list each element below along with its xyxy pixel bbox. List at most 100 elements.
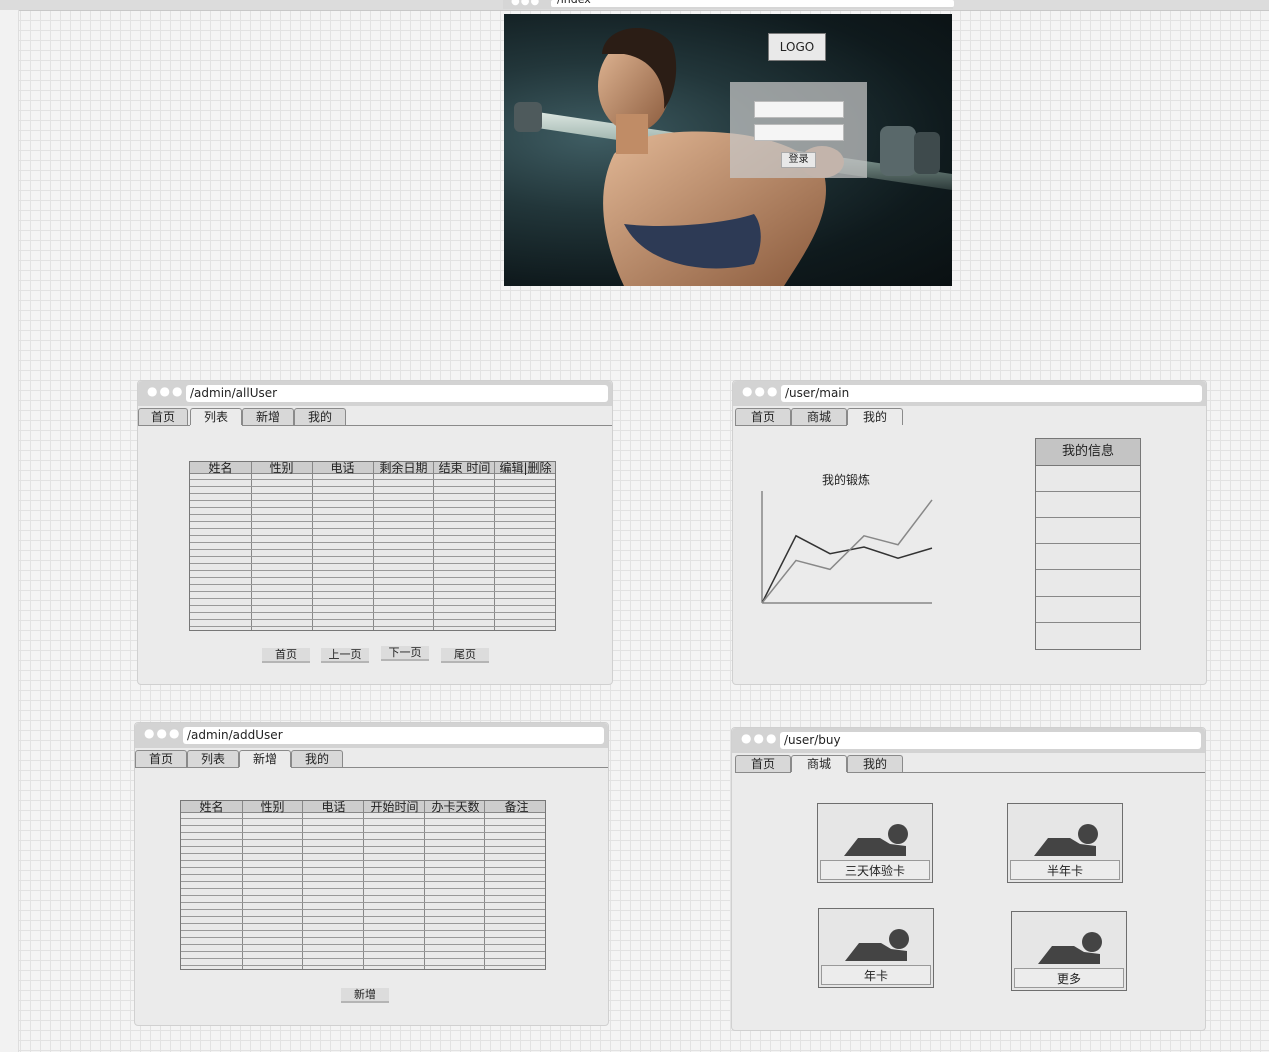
table-row (190, 500, 555, 501)
table-row (190, 591, 555, 592)
table-row (190, 577, 555, 578)
table-row (181, 944, 545, 945)
table-row (190, 584, 555, 585)
next-page-button[interactable]: 下一页 (381, 646, 429, 661)
tab-home[interactable]: 首页 (735, 755, 791, 772)
url-field[interactable]: /admin/addUser (183, 727, 604, 744)
col-header-name: 姓名 (208, 461, 233, 475)
product-label: 半年卡 (1010, 860, 1120, 880)
tab-underline (735, 772, 791, 773)
tab-mine[interactable]: 我的 (847, 408, 903, 425)
table-row (181, 930, 545, 931)
table-row (190, 570, 555, 571)
title-bar: ●●● /user/main (733, 381, 1206, 406)
table-row (190, 563, 555, 564)
table-row (181, 895, 545, 896)
table-row (181, 965, 545, 966)
table-row (181, 923, 545, 924)
index-browser-bar: ●●● /index (503, 0, 954, 9)
tab-list[interactable]: 列表 (187, 750, 239, 767)
window-dots-icon: ●●● (511, 0, 541, 7)
table-row (190, 626, 555, 627)
url-field[interactable]: /user/main (781, 385, 1202, 402)
tab-add[interactable]: 新增 (242, 408, 294, 425)
table-row (181, 881, 545, 882)
table-row (181, 846, 545, 847)
col-header-phone: 电话 (330, 461, 355, 475)
prev-page-button[interactable]: 上一页 (321, 648, 369, 663)
login-panel: 登录 (730, 82, 867, 178)
list-item (1036, 543, 1140, 544)
password-input[interactable] (754, 124, 844, 141)
tab-home[interactable]: 首页 (138, 408, 188, 425)
window-dots-icon: ●●● (147, 384, 185, 398)
image-placeholder-icon (845, 929, 909, 961)
col-header-start-time: 开始时间 (370, 800, 419, 814)
col-header-gender: 性别 (269, 461, 294, 475)
table-row (190, 479, 555, 480)
tab-underline (847, 772, 1205, 773)
tab-mine[interactable]: 我的 (291, 750, 343, 767)
table-row (181, 951, 545, 952)
add-user-window: ●●● /admin/addUser 首页 列表 新增 我的 姓名 性别 电话 … (134, 722, 609, 1026)
url-field[interactable]: /user/buy (780, 732, 1201, 749)
first-page-button[interactable]: 首页 (262, 648, 310, 663)
tab-home[interactable]: 首页 (135, 750, 187, 767)
image-placeholder-icon (1034, 824, 1098, 856)
all-user-window: ●●● /admin/allUser 首页 列表 新增 我的 姓名 性别 电话 … (137, 380, 613, 685)
window-dots-icon: ●●● (741, 731, 779, 745)
title-bar: ●●● /user/buy (732, 728, 1205, 753)
table-row (190, 535, 555, 536)
last-page-button[interactable]: 尾页 (441, 648, 489, 663)
col-header-end-time: 结束 时间 (438, 461, 491, 475)
tab-home[interactable]: 首页 (735, 408, 791, 425)
table-row (181, 867, 545, 868)
tab-shop[interactable]: 商城 (791, 408, 847, 425)
tab-list[interactable]: 列表 (190, 408, 242, 425)
table-row (181, 916, 545, 917)
list-item (1036, 517, 1140, 518)
tab-mine[interactable]: 我的 (847, 755, 903, 772)
tab-underline (242, 425, 612, 426)
product-card-more[interactable]: 更多 (1011, 911, 1127, 991)
col-header-phone: 电话 (321, 800, 346, 814)
product-card-trial[interactable]: 三天体验卡 (817, 803, 933, 883)
product-card-year[interactable]: 年卡 (818, 908, 934, 988)
product-card-half-year[interactable]: 半年卡 (1007, 803, 1123, 883)
username-input[interactable] (754, 101, 844, 118)
add-user-table: 姓名 性别 电话 开始时间 办卡天数 备注 (180, 800, 546, 970)
table-row (190, 493, 555, 494)
my-info-list: 我的信息 (1035, 438, 1141, 650)
add-button[interactable]: 新增 (341, 988, 389, 1003)
table-row (181, 958, 545, 959)
col-header-gender: 性别 (260, 800, 285, 814)
list-item (1036, 596, 1140, 597)
tab-underline (138, 425, 190, 426)
col-header-remarks: 备注 (504, 800, 529, 814)
series-line-1 (761, 534, 933, 604)
list-item (1036, 622, 1140, 623)
exercise-chart (761, 491, 933, 604)
table-row (181, 853, 545, 854)
table-row (190, 598, 555, 599)
login-button[interactable]: 登录 (781, 152, 816, 168)
table-row (190, 549, 555, 550)
tab-add[interactable]: 新增 (239, 750, 291, 767)
table-row (190, 605, 555, 606)
athlete-photo (514, 27, 952, 286)
window-dots-icon: ●●● (742, 384, 780, 398)
tab-underline (135, 767, 239, 768)
table-row (181, 860, 545, 861)
title-bar: ●●● /admin/addUser (135, 723, 608, 748)
tab-mine[interactable]: 我的 (294, 408, 346, 425)
index-url-field[interactable]: /index (551, 0, 954, 7)
url-field[interactable]: /admin/allUser (186, 385, 608, 402)
tab-shop[interactable]: 商城 (791, 755, 847, 772)
logo: LOGO (768, 33, 826, 61)
table-row (190, 619, 555, 620)
table-row (181, 937, 545, 938)
list-item (1036, 569, 1140, 570)
table-row (190, 521, 555, 522)
canvas-edge-left (0, 10, 19, 1052)
user-main-window: ●●● /user/main 首页 商城 我的 我的锻炼 我的信息 (732, 380, 1207, 685)
